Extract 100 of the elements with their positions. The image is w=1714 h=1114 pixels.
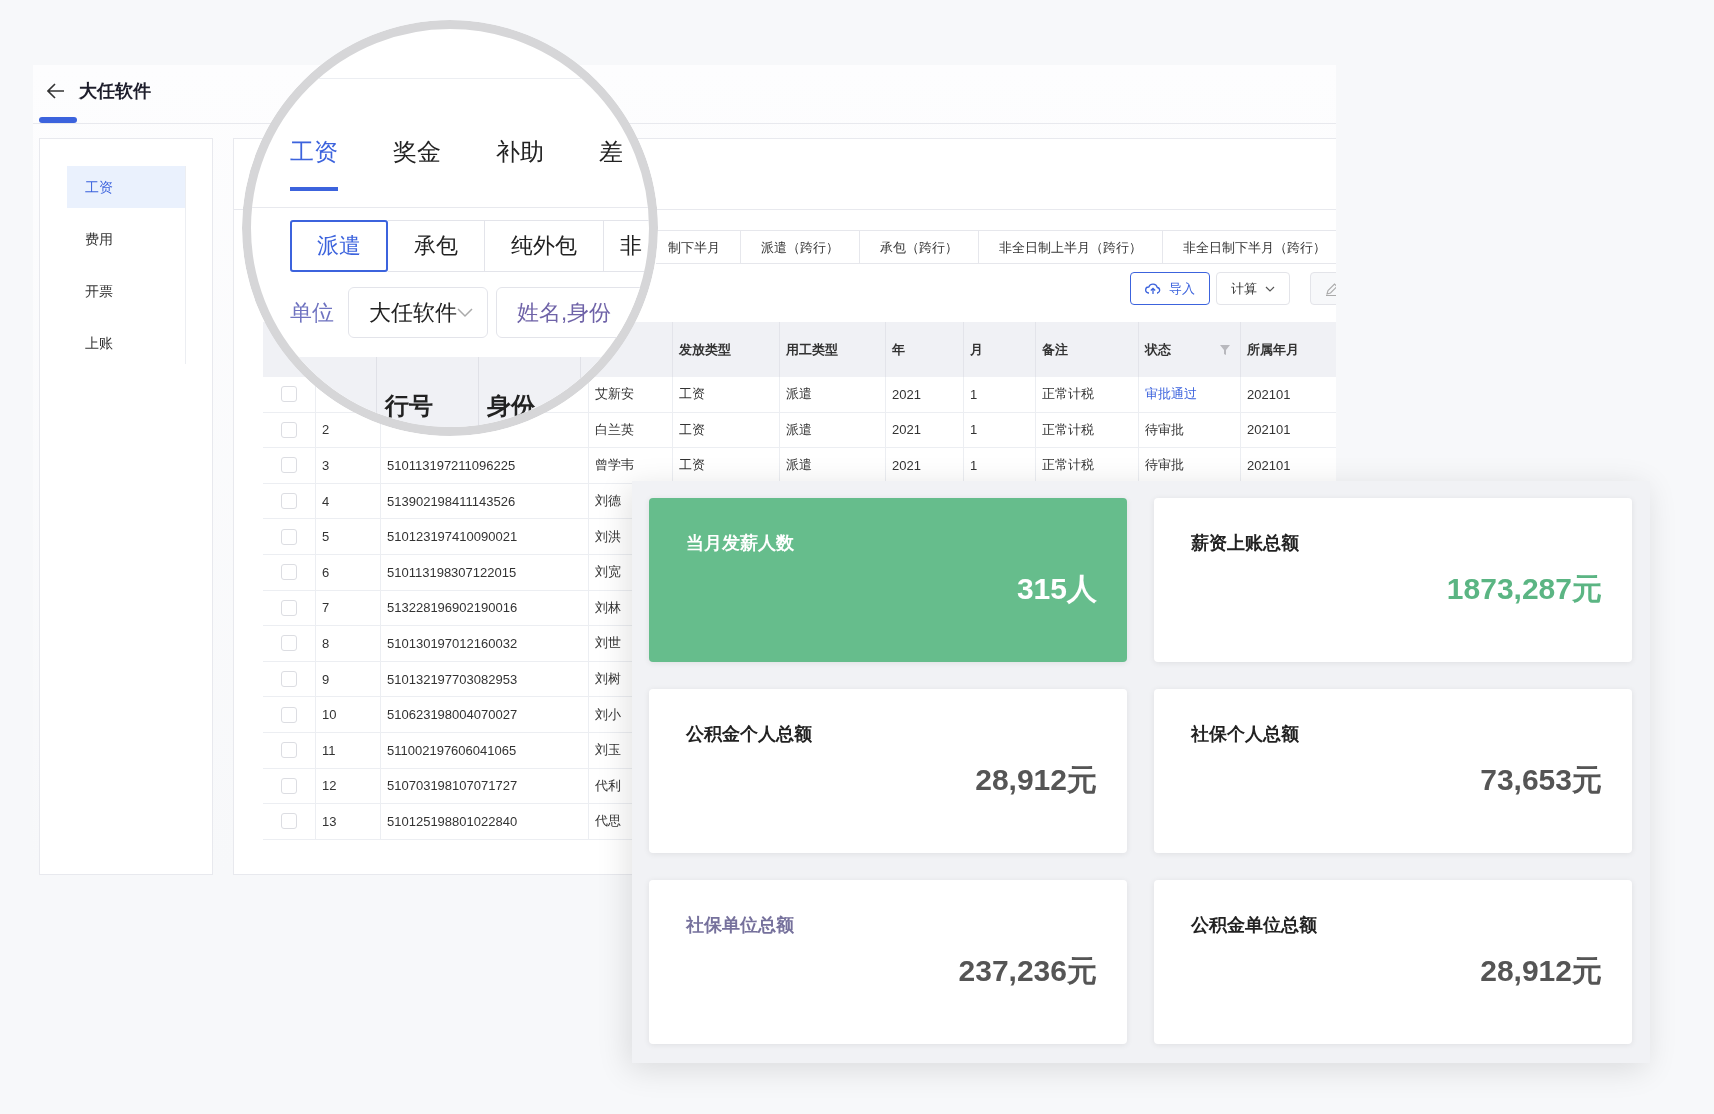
table-cell: 1 (970, 422, 978, 438)
cloud-upload-icon (1145, 282, 1161, 295)
table-cell: 202101 (1247, 422, 1291, 438)
row-checkbox[interactable] (281, 386, 297, 403)
tab[interactable]: 差 (599, 137, 623, 191)
table-cell: 代思 (595, 812, 621, 831)
table-cell: 510703198107071727 (387, 778, 518, 794)
row-checkbox[interactable] (281, 813, 297, 830)
table-cell: 工资 (679, 456, 705, 475)
sub-tab[interactable]: 纯外包 (485, 220, 604, 272)
sub-tab[interactable]: 承包 (388, 220, 485, 272)
row-checkbox[interactable] (281, 742, 297, 759)
row-checkbox[interactable] (281, 457, 297, 474)
sub-tab[interactable]: 承包（跨行） (860, 230, 979, 264)
table-cell: 派遣 (786, 420, 812, 439)
stat-title: 当月发薪人数 (686, 532, 794, 555)
unit-select[interactable]: 大任软件 (348, 287, 488, 338)
stat-title: 公积金个人总额 (686, 723, 812, 746)
row-number: 3 (322, 458, 330, 473)
table-cell: 2021 (892, 458, 921, 473)
stat-value: 1873,287元 (1446, 571, 1602, 607)
table-cell: 2021 (892, 422, 921, 438)
table-cell: 工资 (679, 420, 705, 439)
table-cell: 正常计税 (1042, 385, 1094, 404)
import-button[interactable]: 导入 (1130, 272, 1210, 305)
table-cell: 510130197012160032 (387, 635, 518, 651)
row-number: 13 (322, 813, 337, 829)
pencil-icon (1325, 281, 1336, 296)
table-cell: 202101 (1247, 386, 1291, 402)
sidebar-item[interactable]: 开票 (67, 270, 185, 312)
stat-value: 237,236元 (958, 953, 1097, 989)
table-cell: 白兰英 (595, 420, 634, 439)
table-cell: 202101 (1247, 458, 1291, 473)
stat-title: 薪资上账总额 (1191, 532, 1299, 555)
tab[interactable]: 补助 (496, 137, 544, 191)
table-cell: 刘世 (595, 634, 621, 653)
sidebar-item[interactable]: 工资 (67, 166, 185, 208)
row-checkbox[interactable] (281, 671, 297, 688)
column-header: 状态 (1145, 340, 1171, 359)
status-text: 待审批 (1145, 456, 1184, 475)
tab-indicator (39, 117, 77, 123)
table-cell: 刘玉 (595, 741, 621, 760)
table-cell: 1 (970, 458, 978, 473)
table-cell: 艾新安 (595, 385, 634, 404)
row-checkbox[interactable] (281, 421, 297, 438)
table-cell: 刘小 (595, 705, 621, 724)
status-text: 审批通过 (1145, 385, 1197, 404)
table-cell: 513902198411143526 (387, 493, 516, 509)
column-header: 发放类型 (679, 340, 731, 359)
table-cell: 510125198801022840 (387, 813, 518, 829)
filter-icon[interactable] (1220, 344, 1230, 355)
sub-tab[interactable]: 派遣 (290, 220, 388, 272)
sub-tab[interactable]: 派遣（跨行） (741, 230, 860, 264)
table-cell: 刘德 (595, 492, 621, 511)
table-cell: 正常计税 (1042, 456, 1094, 475)
row-number: 11 (322, 742, 336, 758)
stat-title: 公积金单位总额 (1191, 914, 1317, 937)
column-header: 月 (970, 340, 983, 359)
table-cell: 511002197606041065 (387, 742, 517, 758)
table-cell: 2021 (892, 386, 921, 402)
row-checkbox[interactable] (281, 635, 297, 652)
page-title: 大任软件 (79, 80, 151, 103)
table-cell: 代利 (595, 776, 621, 795)
table-cell: 510113197211096225 (387, 458, 516, 473)
sub-tab[interactable]: 非 (604, 220, 649, 272)
caret-icon (1265, 285, 1275, 292)
sub-tab[interactable]: 非全日制下半月（跨行） (1163, 230, 1336, 264)
sidebar-item[interactable]: 上账 (67, 322, 185, 364)
calculate-button[interactable]: 计算 (1216, 272, 1290, 305)
tab[interactable]: 奖金 (393, 137, 441, 191)
row-checkbox[interactable] (281, 777, 297, 794)
back-arrow-icon[interactable] (47, 83, 65, 99)
sidebar-item[interactable]: 费用 (67, 218, 185, 260)
table-cell: 派遣 (786, 385, 812, 404)
table-cell: 510123197410090021 (387, 529, 518, 545)
row-checkbox[interactable] (281, 493, 297, 510)
sub-tab[interactable]: 非全日制上半月（跨行） (979, 230, 1163, 264)
stat-value: 73,653元 (1480, 762, 1602, 798)
table-cell: 刘洪 (595, 527, 621, 546)
column-header: 年 (892, 340, 905, 359)
unit-label: 单位 (290, 298, 334, 327)
row-number: 12 (322, 778, 337, 794)
table-cell: 工资 (679, 385, 705, 404)
row-checkbox[interactable] (281, 706, 297, 723)
column-header: 用工类型 (786, 340, 838, 359)
row-number: 2 (322, 422, 330, 438)
column-header: 所属年月 (1247, 340, 1299, 359)
table-cell: 1 (970, 386, 978, 402)
row-number: 4 (322, 493, 330, 509)
column-header: 备注 (1042, 340, 1068, 359)
row-checkbox[interactable] (281, 599, 297, 616)
row-checkbox[interactable] (281, 564, 297, 581)
caret-icon (457, 307, 473, 318)
tab[interactable]: 工资 (290, 137, 338, 191)
table-cell: 510623198004070027 (387, 707, 518, 723)
row-checkbox[interactable] (281, 528, 297, 545)
status-text: 待审批 (1145, 420, 1184, 439)
stat-value: 28,912元 (1480, 953, 1602, 989)
table-cell: 刘宽 (595, 563, 621, 582)
table-cell: 正常计税 (1042, 420, 1094, 439)
